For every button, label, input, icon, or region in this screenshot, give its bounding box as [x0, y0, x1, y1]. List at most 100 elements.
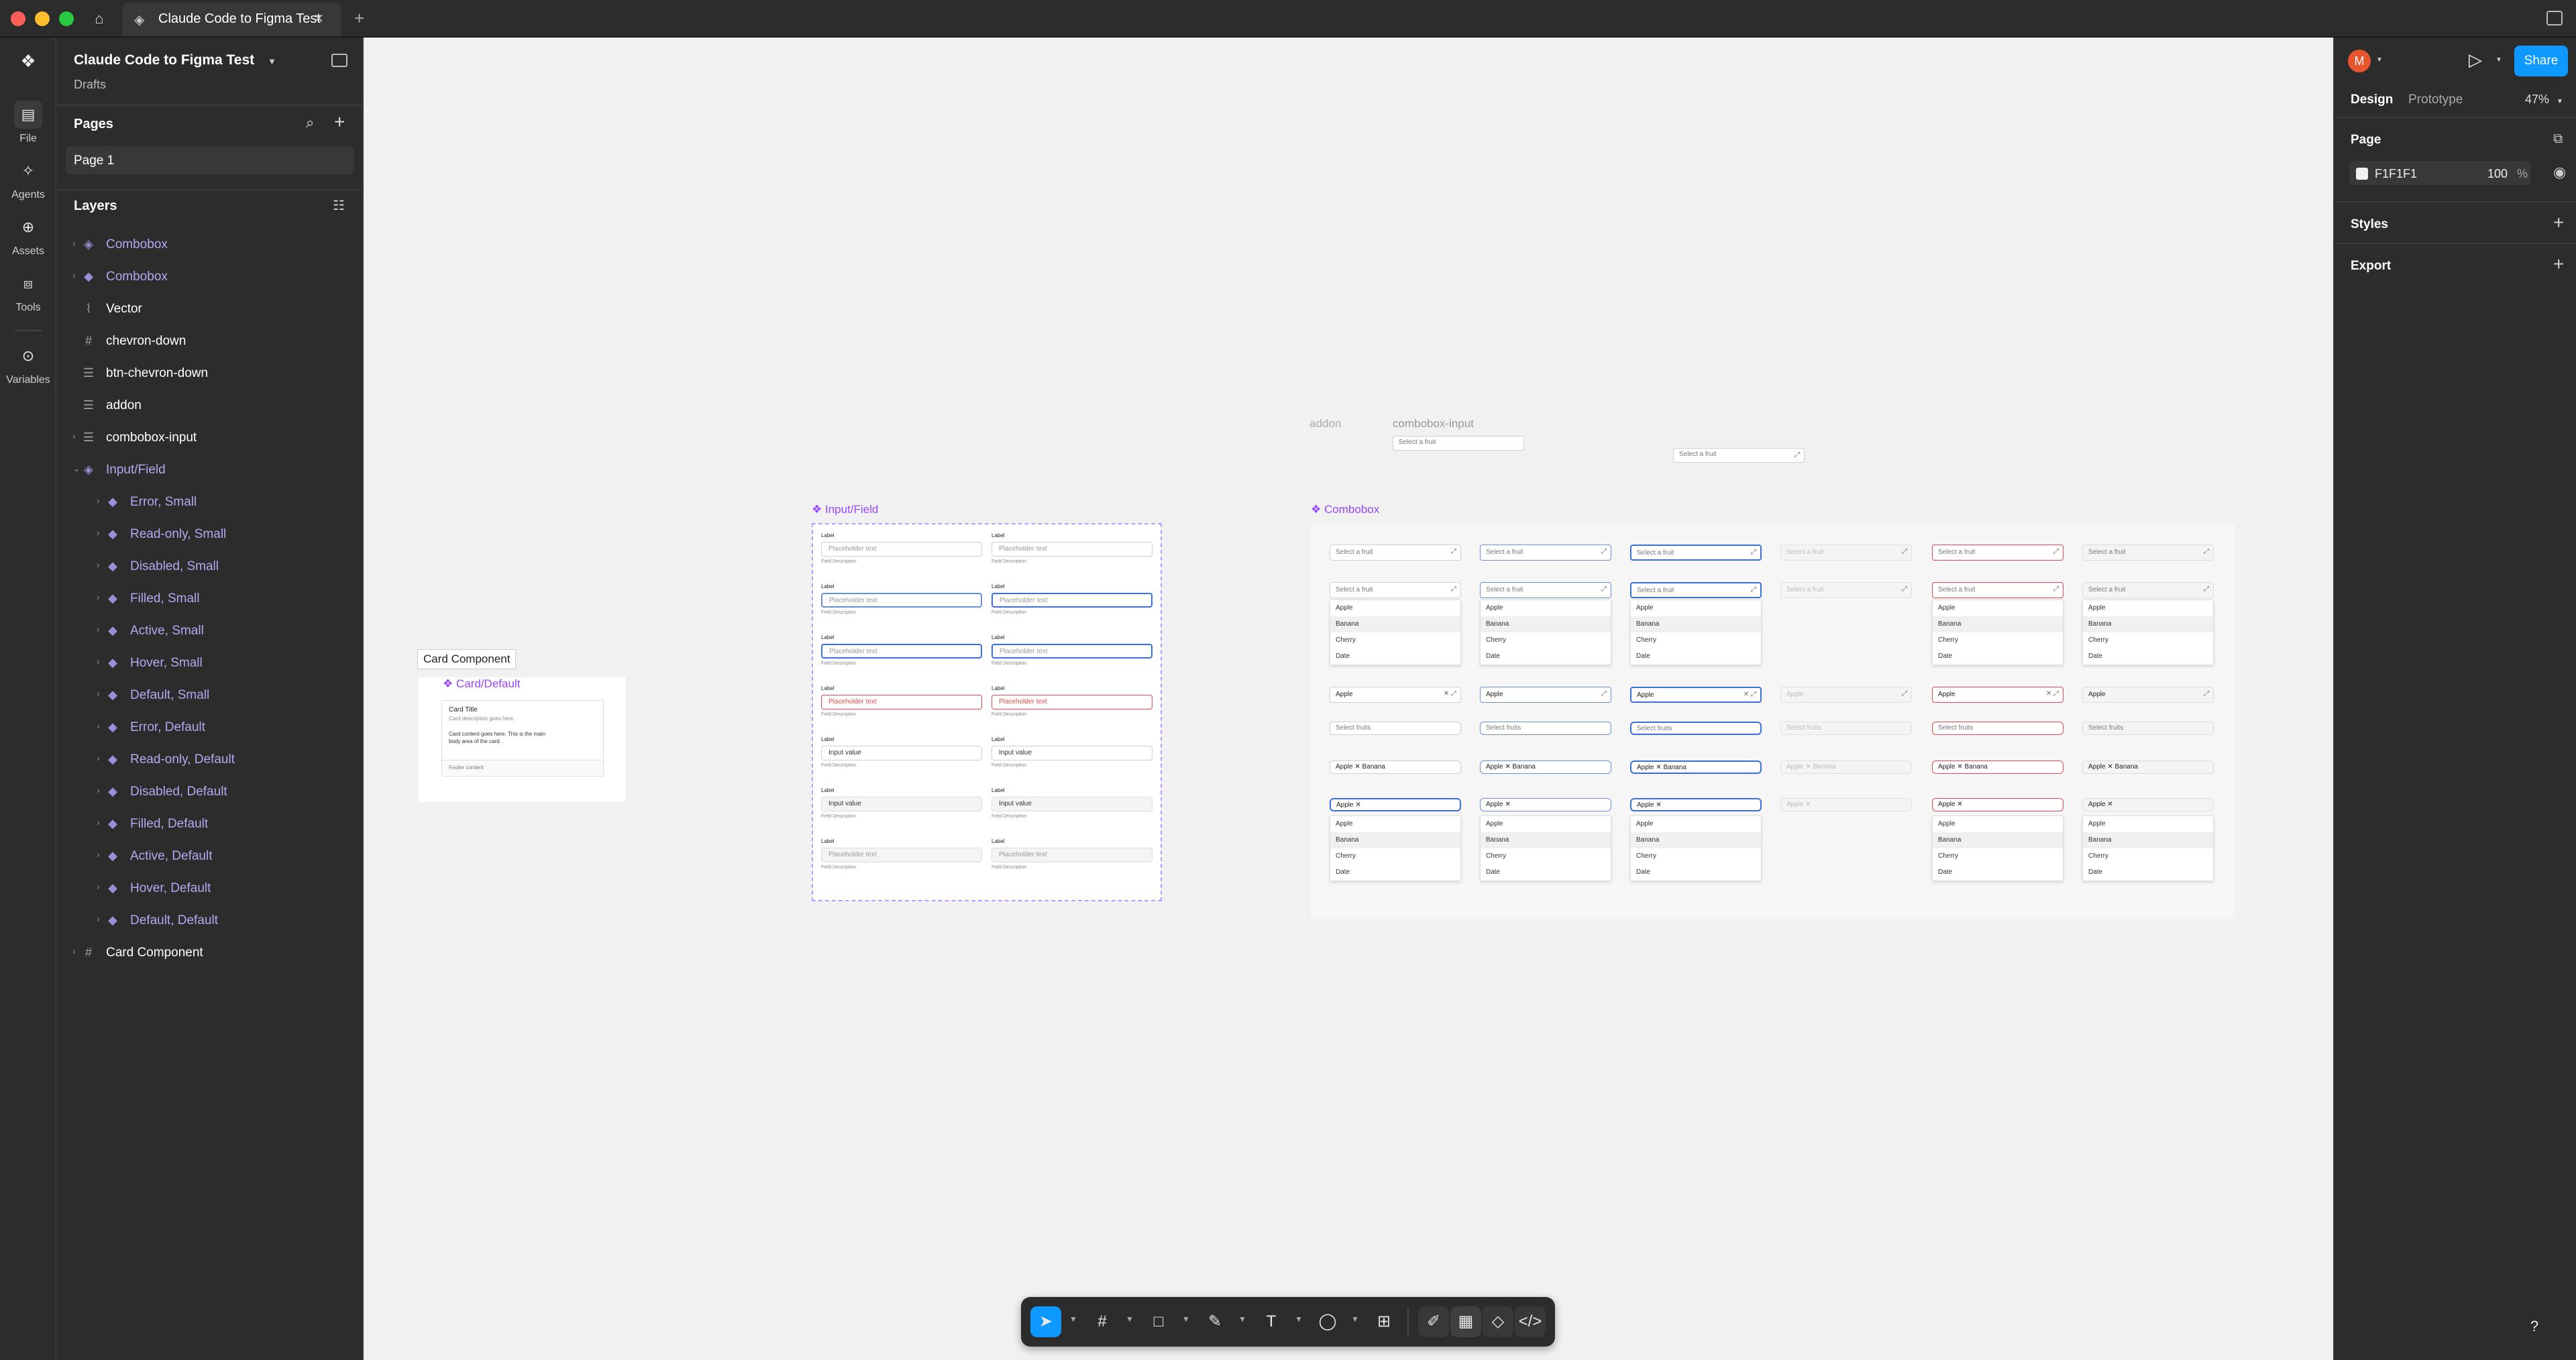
- combobox[interactable]: Select a fruit ⤢: [1480, 545, 1611, 561]
- chevron-right-icon[interactable]: ›: [72, 270, 76, 280]
- combobox[interactable]: Select fruits: [2082, 722, 2214, 735]
- layers-options-icon[interactable]: ☷: [333, 197, 345, 214]
- layer-item[interactable]: › ☰ combobox-input: [56, 422, 364, 453]
- chevron-right-icon[interactable]: ›: [97, 785, 100, 795]
- layer-item[interactable]: › ◆ Disabled, Small: [56, 551, 364, 582]
- figma-logo-icon[interactable]: ❖: [19, 51, 38, 75]
- add-page-icon[interactable]: +: [334, 111, 345, 133]
- layer-item[interactable]: › ◆ Default, Default: [56, 905, 364, 936]
- layer-item[interactable]: › # Card Component: [56, 938, 364, 968]
- layer-item[interactable]: › ◆ Filled, Default: [56, 809, 364, 840]
- chevron-down-icon[interactable]: ▼: [1351, 1314, 1359, 1324]
- dropdown-option[interactable]: Banana: [1481, 616, 1611, 632]
- combobox[interactable]: Select fruits: [1330, 722, 1461, 735]
- layer-item[interactable]: ⌄ ◈ Input/Field: [56, 455, 364, 486]
- rail-file[interactable]: ▤ File: [0, 101, 56, 145]
- chevron-right-icon[interactable]: ›: [97, 849, 100, 860]
- dropdown-option[interactable]: Banana: [2083, 616, 2213, 632]
- text-input[interactable]: Placeholder text: [821, 848, 982, 862]
- layer-item[interactable]: › ◆ Hover, Small: [56, 648, 364, 679]
- expand-icon[interactable]: ⤢: [1451, 548, 1456, 555]
- combobox[interactable]: Select a fruit ⤢: [1330, 582, 1461, 598]
- dropdown-option[interactable]: Apple: [1933, 816, 2063, 832]
- text-input[interactable]: Placeholder text: [821, 695, 982, 710]
- layer-item[interactable]: › ◆ Read-only, Small: [56, 519, 364, 550]
- chevron-right-icon[interactable]: ›: [97, 817, 100, 828]
- tab-design[interactable]: Design: [2351, 93, 2393, 107]
- text-input[interactable]: Placeholder text: [821, 644, 982, 659]
- expand-icon[interactable]: ⤢: [1751, 586, 1756, 593]
- combobox[interactable]: Apple ✕: [1932, 798, 2063, 811]
- dropdown-option[interactable]: Banana: [1631, 832, 1761, 848]
- rail-tools[interactable]: ⧈ Tools: [0, 270, 56, 314]
- text-input[interactable]: Placeholder text: [991, 695, 1152, 710]
- dropdown-option[interactable]: Apple: [2083, 816, 2213, 832]
- file-name[interactable]: Claude Code to Figma Test ▼: [74, 52, 276, 68]
- expand-icon[interactable]: ⤢: [1902, 585, 1907, 593]
- combobox[interactable]: Apple ✕ ⤢: [1932, 687, 2063, 703]
- dropdown-option[interactable]: Date: [1631, 864, 1761, 881]
- combobox[interactable]: Apple ✕ Banana: [2082, 760, 2214, 774]
- combobox-standalone[interactable]: Select a fruit ⤢: [1673, 448, 1805, 463]
- combobox[interactable]: Apple ✕: [1780, 798, 1912, 811]
- combobox[interactable]: Apple ✕: [2082, 798, 2214, 811]
- dropdown-option[interactable]: Apple: [2083, 600, 2213, 616]
- dropdown-option[interactable]: Date: [2083, 648, 2213, 665]
- dropdown-option[interactable]: Cherry: [1631, 848, 1761, 864]
- combobox[interactable]: Select fruits: [1932, 722, 2063, 735]
- layer-item[interactable]: # chevron-down: [56, 326, 364, 357]
- dropdown-option[interactable]: Banana: [1933, 832, 2063, 848]
- color-swatch[interactable]: [2356, 168, 2368, 180]
- combobox[interactable]: Select a fruit ⤢: [1630, 545, 1762, 561]
- rail-agents[interactable]: ✧ Agents: [0, 157, 56, 201]
- dropdown-option[interactable]: Apple: [1631, 816, 1761, 832]
- expand-icon[interactable]: ⤢: [1601, 548, 1607, 555]
- dropdown-option[interactable]: Apple: [1330, 816, 1460, 832]
- combobox[interactable]: Select a fruit ⤢: [1932, 582, 2063, 598]
- expand-icon[interactable]: ✕ ⤢: [1743, 691, 1756, 698]
- input-field-frame[interactable]: Label Placeholder text Field Description La…: [812, 523, 1162, 901]
- text-input[interactable]: Input value: [821, 797, 982, 811]
- expand-icon[interactable]: ⤢: [2204, 548, 2209, 555]
- maximize-window-button[interactable]: [59, 11, 74, 26]
- chevron-down-icon[interactable]: ▼: [1295, 1314, 1303, 1324]
- chevron-down-icon[interactable]: ⌄: [72, 463, 80, 474]
- dropdown-option[interactable]: Apple: [1481, 816, 1611, 832]
- draw-mode-icon[interactable]: ✐: [1418, 1306, 1449, 1337]
- dropdown-option[interactable]: Cherry: [2083, 632, 2213, 648]
- chevron-right-icon[interactable]: ›: [97, 495, 100, 506]
- pen-tool-icon[interactable]: ✎: [1199, 1306, 1230, 1337]
- combobox[interactable]: Select fruits: [1630, 722, 1762, 735]
- combobox[interactable]: Apple ✕ Banana: [1932, 760, 2063, 774]
- page-settings-icon[interactable]: ⧉: [2553, 131, 2563, 147]
- chevron-right-icon[interactable]: ›: [97, 656, 100, 667]
- combobox-frame[interactable]: Select a fruit ⤢ Select a fruit ⤢ Apple Banan…: [1311, 523, 2235, 919]
- expand-icon[interactable]: ⤢: [1601, 690, 1607, 697]
- text-input[interactable]: Input value: [821, 746, 982, 760]
- layer-item[interactable]: › ◆ Hover, Default: [56, 873, 364, 904]
- layer-item[interactable]: › ◆ Error, Default: [56, 712, 364, 743]
- layer-item[interactable]: › ◆ Read-only, Default: [56, 744, 364, 775]
- combobox-title[interactable]: ❖ Combobox: [1311, 503, 1379, 516]
- expand-icon[interactable]: ⤢: [2204, 690, 2209, 697]
- combobox[interactable]: Apple ✕ Banana: [1480, 760, 1611, 774]
- dropdown-option[interactable]: Banana: [1933, 616, 2063, 632]
- comment-tool-icon[interactable]: ◯: [1312, 1306, 1343, 1337]
- dropdown-option[interactable]: Cherry: [1631, 632, 1761, 648]
- text-input[interactable]: Input value: [991, 746, 1152, 760]
- present-icon[interactable]: ▷: [2469, 50, 2482, 70]
- text-input[interactable]: Placeholder text: [991, 542, 1152, 557]
- dropdown-option[interactable]: Apple: [1481, 600, 1611, 616]
- dropdown-option[interactable]: Date: [1330, 648, 1460, 665]
- layer-item[interactable]: ☰ addon: [56, 390, 364, 421]
- chevron-right-icon[interactable]: ›: [97, 881, 100, 892]
- dropdown-option[interactable]: Date: [1933, 648, 2063, 665]
- layer-item[interactable]: › ◆ Active, Default: [56, 841, 364, 872]
- combobox[interactable]: Apple ✕: [1330, 798, 1461, 811]
- dropdown-option[interactable]: Date: [1330, 864, 1460, 881]
- layer-item[interactable]: › ◆ Active, Small: [56, 616, 364, 646]
- text-input[interactable]: Placeholder text: [821, 593, 982, 608]
- dropdown-option[interactable]: Banana: [1330, 832, 1460, 848]
- dropdown-option[interactable]: Apple: [1330, 600, 1460, 616]
- home-icon[interactable]: ⌂: [90, 9, 109, 28]
